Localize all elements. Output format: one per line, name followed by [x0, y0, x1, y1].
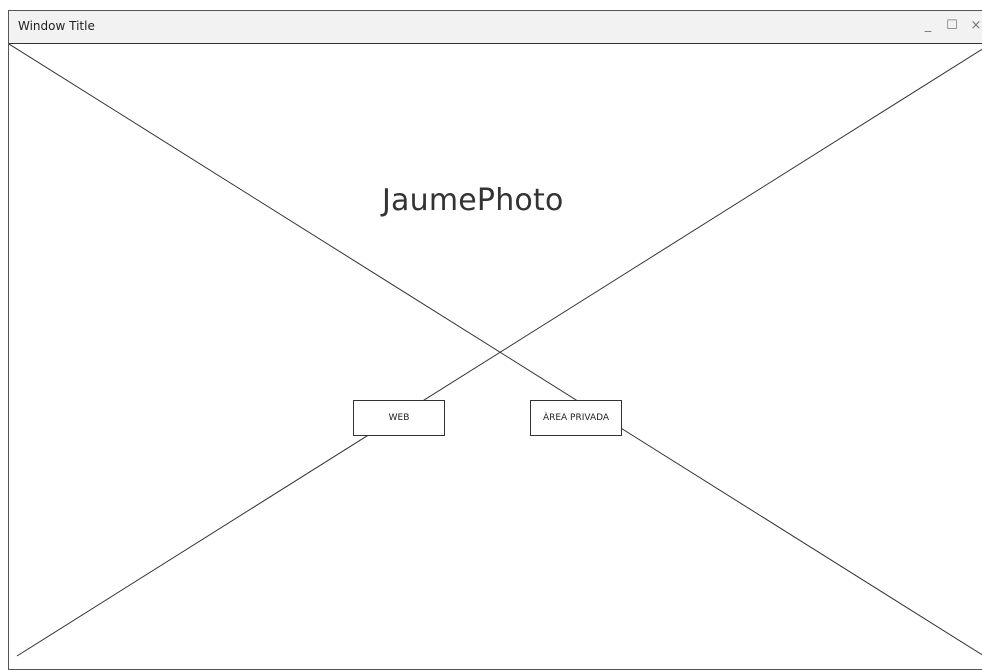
- minimize-icon[interactable]: _: [921, 17, 935, 35]
- window-title: Window Title: [18, 19, 95, 33]
- content-area: JaumePhoto WEB ÀREA PRIVADA: [9, 44, 982, 664]
- web-button[interactable]: WEB: [353, 400, 445, 436]
- title-bar[interactable]: Window Title _ ☐ ×: [9, 11, 982, 44]
- image-placeholder: [9, 44, 982, 657]
- window-controls: _ ☐ ×: [921, 17, 982, 35]
- app-title: JaumePhoto: [382, 183, 564, 218]
- close-icon[interactable]: ×: [969, 17, 982, 35]
- private-area-button[interactable]: ÀREA PRIVADA: [530, 400, 622, 436]
- maximize-icon[interactable]: ☐: [945, 17, 959, 35]
- placeholder-diagonal-down: [9, 44, 982, 656]
- app-window: Window Title _ ☐ × JaumePhoto WEB ÀREA P…: [8, 10, 982, 670]
